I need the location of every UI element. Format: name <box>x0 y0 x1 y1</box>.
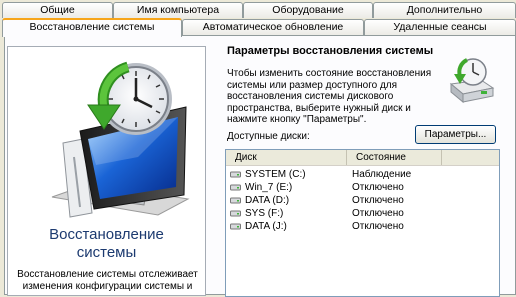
column-header-state[interactable]: Состояние <box>347 150 442 165</box>
table-row[interactable]: SYSTEM (C:) Наблюдение <box>226 168 499 181</box>
drive-state: Отключено <box>352 195 404 206</box>
available-drives-label: Доступные диски: <box>227 131 310 142</box>
tab-hardware[interactable]: Оборудование <box>243 2 373 18</box>
disk-drive-icon <box>230 171 241 178</box>
tab-remote[interactable]: Удаленные сеансы <box>364 19 516 35</box>
tab-computer-name[interactable]: Имя компьютера <box>113 2 243 18</box>
left-info-pane: Восстановление системы Восстановление си… <box>7 46 206 296</box>
table-row[interactable]: Win_7 (E:) Отключено <box>226 181 499 194</box>
table-row[interactable]: DATA (D:) Отключено <box>226 194 499 207</box>
disk-drive-icon <box>230 223 241 230</box>
section-description: Чтобы изменить состояние восстановления … <box>227 68 432 125</box>
tab-automatic-updates[interactable]: Автоматическое обновление <box>182 19 364 35</box>
restore-monitor-icon <box>51 61 190 218</box>
drive-name: SYSTEM (C:) <box>245 169 306 180</box>
drive-name: DATA (J:) <box>245 221 287 232</box>
drive-name: Win_7 (E:) <box>245 182 293 193</box>
table-row[interactable]: SYS (F:) Отключено <box>226 207 499 220</box>
left-title: Восстановление системы <box>49 226 164 261</box>
drive-name: DATA (D:) <box>245 195 290 206</box>
params-button[interactable]: Параметры... <box>415 125 496 144</box>
listview-header: Диск Состояние <box>226 150 499 166</box>
tab-system-restore[interactable]: Восстановление системы <box>2 18 182 37</box>
table-row[interactable]: DATA (J:) Отключено <box>226 220 499 233</box>
drive-state: Отключено <box>352 182 404 193</box>
restore-drive-icon <box>449 58 495 104</box>
drive-state: Отключено <box>352 221 404 232</box>
left-description: Восстановление системы отслеживает измен… <box>17 269 198 292</box>
tab-general[interactable]: Общие <box>2 2 113 18</box>
disk-drive-icon <box>230 210 241 217</box>
disk-drive-icon <box>230 184 241 191</box>
disk-drive-icon <box>230 197 241 204</box>
drive-state: Наблюдение <box>352 169 412 180</box>
section-title: Параметры восстановления системы <box>227 45 434 57</box>
drive-state: Отключено <box>352 208 404 219</box>
tab-advanced[interactable]: Дополнительно <box>373 2 516 18</box>
column-header-disk[interactable]: Диск <box>226 150 347 165</box>
drive-name: SYS (F:) <box>245 208 284 219</box>
drives-listview[interactable]: Диск Состояние SYSTEM (C:) Наблюдение Win_… <box>225 149 500 297</box>
